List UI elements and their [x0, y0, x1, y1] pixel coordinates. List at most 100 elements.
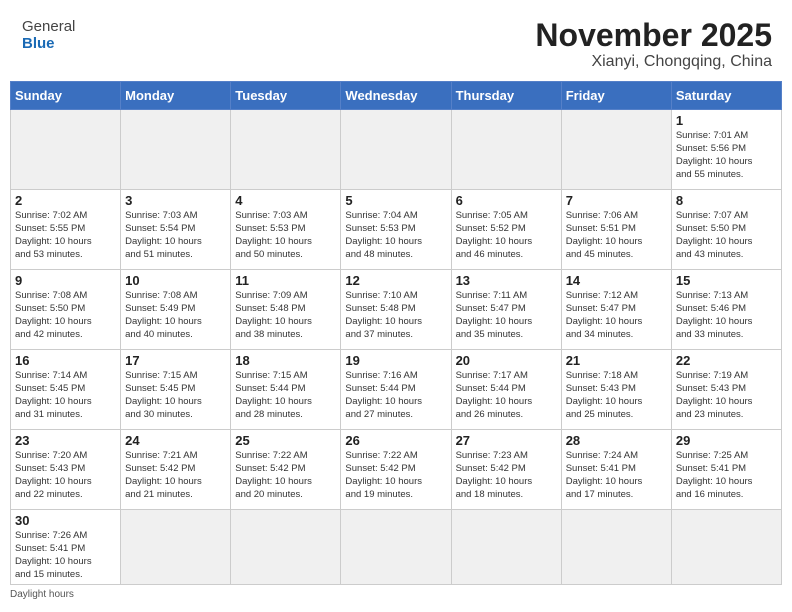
weekday-header-row: SundayMondayTuesdayWednesdayThursdayFrid… [11, 82, 782, 110]
day-info: Sunrise: 7:17 AM Sunset: 5:44 PM Dayligh… [456, 370, 557, 421]
day-number: 8 [676, 193, 777, 208]
calendar-cell: 3Sunrise: 7:03 AM Sunset: 5:54 PM Daylig… [121, 190, 231, 270]
weekday-header-tuesday: Tuesday [231, 82, 341, 110]
day-info: Sunrise: 7:22 AM Sunset: 5:42 PM Dayligh… [235, 450, 336, 501]
day-info: Sunrise: 7:14 AM Sunset: 5:45 PM Dayligh… [15, 370, 116, 421]
day-number: 24 [125, 433, 226, 448]
weekday-header-friday: Friday [561, 82, 671, 110]
day-number: 26 [345, 433, 446, 448]
weekday-header-saturday: Saturday [671, 82, 781, 110]
day-info: Sunrise: 7:19 AM Sunset: 5:43 PM Dayligh… [676, 370, 777, 421]
calendar-cell [121, 110, 231, 190]
calendar-cell: 30Sunrise: 7:26 AM Sunset: 5:41 PM Dayli… [11, 510, 121, 585]
calendar-cell: 13Sunrise: 7:11 AM Sunset: 5:47 PM Dayli… [451, 270, 561, 350]
calendar-cell: 17Sunrise: 7:15 AM Sunset: 5:45 PM Dayli… [121, 350, 231, 430]
calendar-cell: 20 Sunrise: 7:17 AM Sunset: 5:44 PM Dayli… [451, 350, 561, 430]
day-number: 14 [566, 273, 667, 288]
day-number: 5 [345, 193, 446, 208]
weekday-header-sunday: Sunday [11, 82, 121, 110]
day-number: 3 [125, 193, 226, 208]
day-number: 9 [15, 273, 116, 288]
calendar-cell: 1 Sunrise: 7:01 AM Sunset: 5:56 PM Daylig… [671, 110, 781, 190]
weekday-header-wednesday: Wednesday [341, 82, 451, 110]
calendar-cell [561, 510, 671, 585]
day-number: 16 [15, 353, 116, 368]
calendar-cell: 2 Sunrise: 7:02 AM Sunset: 5:55 PM Daylig… [11, 190, 121, 270]
day-info: Sunrise: 7:09 AM Sunset: 5:48 PM Dayligh… [235, 290, 336, 341]
calendar-cell [231, 110, 341, 190]
day-number: 18 [235, 353, 336, 368]
calendar-cell: 12Sunrise: 7:10 AM Sunset: 5:48 PM Dayli… [341, 270, 451, 350]
day-info: Sunrise: 7:15 AM Sunset: 5:44 PM Dayligh… [235, 370, 336, 421]
day-info: Sunrise: 7:07 AM Sunset: 5:50 PM Dayligh… [676, 210, 777, 261]
calendar-cell: 23 Sunrise: 7:20 AM Sunset: 5:43 PM Dayli… [11, 430, 121, 510]
daylight-label: Daylight hours [10, 589, 74, 600]
day-info: Sunrise: 7:23 AM Sunset: 5:42 PM Dayligh… [456, 450, 557, 501]
day-info: Sunrise: 7:24 AM Sunset: 5:41 PM Dayligh… [566, 450, 667, 501]
weekday-header-monday: Monday [121, 82, 231, 110]
calendar-cell: 11 Sunrise: 7:09 AM Sunset: 5:48 PM Dayli… [231, 270, 341, 350]
day-info: Sunrise: 7:02 AM Sunset: 5:55 PM Dayligh… [15, 210, 116, 261]
logo-general-text: General [22, 18, 75, 35]
week-row-5: 23 Sunrise: 7:20 AM Sunset: 5:43 PM Dayli… [11, 430, 782, 510]
day-info: Sunrise: 7:22 AM Sunset: 5:42 PM Dayligh… [345, 450, 446, 501]
calendar-cell: 29 Sunrise: 7:25 AM Sunset: 5:41 PM Dayli… [671, 430, 781, 510]
calendar-cell: 24 Sunrise: 7:21 AM Sunset: 5:42 PM Dayli… [121, 430, 231, 510]
day-number: 2 [15, 193, 116, 208]
calendar-cell [341, 510, 451, 585]
location-title: Xianyi, Chongqing, China [535, 53, 772, 71]
calendar-cell: 10Sunrise: 7:08 AM Sunset: 5:49 PM Dayli… [121, 270, 231, 350]
calendar-cell [671, 510, 781, 585]
day-number: 21 [566, 353, 667, 368]
title-block: November 2025 Xianyi, Chongqing, China [535, 18, 772, 71]
day-number: 7 [566, 193, 667, 208]
day-number: 23 [15, 433, 116, 448]
day-number: 13 [456, 273, 557, 288]
day-number: 17 [125, 353, 226, 368]
calendar-cell [451, 110, 561, 190]
day-info: Sunrise: 7:04 AM Sunset: 5:53 PM Dayligh… [345, 210, 446, 261]
day-number: 15 [676, 273, 777, 288]
day-number: 11 [235, 273, 336, 288]
calendar-cell: 5 Sunrise: 7:04 AM Sunset: 5:53 PM Daylig… [341, 190, 451, 270]
week-row-4: 16 Sunrise: 7:14 AM Sunset: 5:45 PM Dayli… [11, 350, 782, 430]
calendar-cell: 22 Sunrise: 7:19 AM Sunset: 5:43 PM Dayli… [671, 350, 781, 430]
day-number: 20 [456, 353, 557, 368]
day-info: Sunrise: 7:05 AM Sunset: 5:52 PM Dayligh… [456, 210, 557, 261]
week-row-1: 1 Sunrise: 7:01 AM Sunset: 5:56 PM Daylig… [11, 110, 782, 190]
calendar-cell: 21Sunrise: 7:18 AM Sunset: 5:43 PM Dayli… [561, 350, 671, 430]
calendar-cell: 27Sunrise: 7:23 AM Sunset: 5:42 PM Dayli… [451, 430, 561, 510]
calendar-cell: 18 Sunrise: 7:15 AM Sunset: 5:44 PM Dayli… [231, 350, 341, 430]
day-info: Sunrise: 7:01 AM Sunset: 5:56 PM Dayligh… [676, 130, 777, 181]
calendar-cell: 28 Sunrise: 7:24 AM Sunset: 5:41 PM Dayli… [561, 430, 671, 510]
day-number: 12 [345, 273, 446, 288]
calendar-table: SundayMondayTuesdayWednesdayThursdayFrid… [10, 81, 782, 585]
day-number: 28 [566, 433, 667, 448]
calendar-cell: 8 Sunrise: 7:07 AM Sunset: 5:50 PM Daylig… [671, 190, 781, 270]
calendar-cell: 14Sunrise: 7:12 AM Sunset: 5:47 PM Dayli… [561, 270, 671, 350]
day-number: 4 [235, 193, 336, 208]
day-info: Sunrise: 7:25 AM Sunset: 5:41 PM Dayligh… [676, 450, 777, 501]
weekday-header-thursday: Thursday [451, 82, 561, 110]
day-info: Sunrise: 7:20 AM Sunset: 5:43 PM Dayligh… [15, 450, 116, 501]
day-info: Sunrise: 7:26 AM Sunset: 5:41 PM Dayligh… [15, 530, 116, 581]
logo: General Blue General Blue [20, 18, 75, 53]
day-number: 29 [676, 433, 777, 448]
calendar-cell: 16 Sunrise: 7:14 AM Sunset: 5:45 PM Dayli… [11, 350, 121, 430]
calendar-cell: 4 Sunrise: 7:03 AM Sunset: 5:53 PM Daylig… [231, 190, 341, 270]
footer: Daylight hours [0, 585, 792, 606]
day-info: Sunrise: 7:03 AM Sunset: 5:53 PM Dayligh… [235, 210, 336, 261]
day-number: 1 [676, 113, 777, 128]
calendar-cell: 26 Sunrise: 7:22 AM Sunset: 5:42 PM Dayli… [341, 430, 451, 510]
calendar-cell [451, 510, 561, 585]
calendar-cell: 15Sunrise: 7:13 AM Sunset: 5:46 PM Dayli… [671, 270, 781, 350]
header: General Blue General Blue November 2025 … [0, 0, 792, 81]
day-number: 19 [345, 353, 446, 368]
week-row-3: 9Sunrise: 7:08 AM Sunset: 5:50 PM Daylig… [11, 270, 782, 350]
calendar-cell: 9Sunrise: 7:08 AM Sunset: 5:50 PM Daylig… [11, 270, 121, 350]
day-number: 22 [676, 353, 777, 368]
day-info: Sunrise: 7:21 AM Sunset: 5:42 PM Dayligh… [125, 450, 226, 501]
day-info: Sunrise: 7:06 AM Sunset: 5:51 PM Dayligh… [566, 210, 667, 261]
week-row-2: 2 Sunrise: 7:02 AM Sunset: 5:55 PM Daylig… [11, 190, 782, 270]
calendar-cell: 7 Sunrise: 7:06 AM Sunset: 5:51 PM Daylig… [561, 190, 671, 270]
